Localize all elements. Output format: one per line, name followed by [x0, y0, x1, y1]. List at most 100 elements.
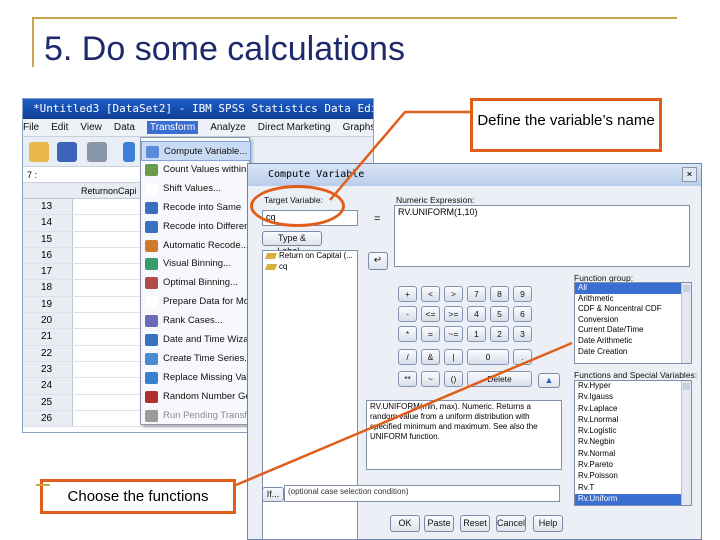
functions-scrollbar[interactable] [681, 381, 691, 505]
keypad-key[interactable]: 5 [490, 306, 509, 322]
menu-item-shift-values[interactable]: Shift Values... [141, 179, 251, 199]
function-group-list[interactable]: All Arithmetic CDF & Noncentral CDF Convers… [574, 282, 692, 364]
row-number[interactable]: 20 [23, 313, 73, 329]
if-condition-field[interactable]: (optional case selection condition) [284, 485, 560, 502]
numeric-expression-input[interactable]: RV.UNIFORM(1,10) [394, 205, 690, 267]
keypad-key[interactable]: 8 [490, 286, 509, 302]
function-item[interactable]: Rv.Lnormal [575, 415, 691, 426]
function-item[interactable]: Rv.Normal [575, 449, 691, 460]
function-item[interactable]: Rv.Poisson [575, 471, 691, 482]
function-group-item[interactable]: CDF & Noncentral CDF [575, 304, 691, 315]
cancel-button[interactable]: Cancel [496, 515, 526, 532]
ok-button[interactable]: OK [390, 515, 420, 532]
keypad-key[interactable]: < [421, 286, 440, 302]
keypad-key[interactable]: & [421, 349, 440, 365]
function-item[interactable]: Rv.Negbin [575, 437, 691, 448]
row-number[interactable]: 14 [23, 215, 73, 231]
keypad-key[interactable]: | [444, 349, 463, 365]
keypad-key[interactable]: <= [421, 306, 440, 322]
row-number[interactable]: 22 [23, 345, 73, 361]
keypad-key[interactable]: 0 [467, 349, 509, 365]
function-group-scrollbar[interactable] [681, 283, 691, 363]
help-button[interactable]: Help [533, 515, 563, 532]
close-button[interactable]: × [682, 167, 697, 182]
row-number[interactable]: 15 [23, 231, 73, 247]
keypad-key[interactable]: Delete [467, 371, 532, 387]
menu-item-date-and-time-wiza[interactable]: Date and Time Wiza [141, 330, 251, 350]
menu-item-visual-binning[interactable]: Visual Binning... [141, 254, 251, 274]
functions-list[interactable]: Rv.Hyper Rv.Igauss Rv.Laplace Rv.Lnormal Rv.… [574, 380, 692, 506]
menu-analyze[interactable]: Analyze [210, 122, 246, 133]
keypad-key[interactable]: - [398, 306, 417, 322]
function-group-item[interactable]: Current Date/Time [575, 325, 691, 336]
menu-item-rank-cases[interactable]: Rank Cases... [141, 311, 251, 331]
paste-button[interactable]: Paste [424, 515, 454, 532]
keypad-key[interactable]: >= [444, 306, 463, 322]
save-icon[interactable] [57, 142, 77, 162]
keypad-key[interactable]: 2 [490, 326, 509, 342]
menu-item-recode-into-different[interactable]: Recode into Different [141, 217, 251, 237]
row-number[interactable]: 18 [23, 280, 73, 296]
variable-item[interactable]: cq [263, 262, 357, 273]
menu-view[interactable]: View [80, 122, 102, 133]
keypad-key[interactable]: > [444, 286, 463, 302]
type-label-button[interactable]: Type & Label... [262, 231, 322, 256]
reset-button[interactable]: Reset [460, 515, 490, 532]
keypad-key[interactable]: ~= [444, 326, 463, 342]
keypad-key[interactable]: () [444, 371, 463, 387]
menu-item-random-number-ge[interactable]: Random Number Ge [141, 387, 251, 407]
row-number[interactable]: 26 [23, 410, 73, 427]
function-item[interactable]: Rv.Igauss [575, 392, 691, 403]
row-number[interactable]: 21 [23, 329, 73, 345]
up-arrow-button[interactable]: ▲ [538, 373, 560, 388]
row-number[interactable]: 19 [23, 296, 73, 313]
function-item[interactable]: Rv.Uniform [575, 493, 691, 505]
function-item[interactable]: Rv.Hyper [575, 381, 691, 392]
function-group-item[interactable]: Conversion [575, 315, 691, 326]
menu-item-prepare-data-for-mod[interactable]: Prepare Data for Mod [141, 292, 251, 312]
menu-edit[interactable]: Edit [51, 122, 68, 133]
print-icon[interactable] [87, 142, 107, 162]
row-number[interactable]: 24 [23, 378, 73, 394]
variable-item[interactable]: Return on Capital (... [263, 251, 357, 262]
keypad-key[interactable]: 6 [513, 306, 532, 322]
menu-item-compute-variable[interactable]: Compute Variable... [141, 141, 251, 161]
keypad-key[interactable]: ** [398, 371, 417, 387]
menu-direct-marketing[interactable]: Direct Marketing [258, 122, 331, 133]
row-number[interactable]: 23 [23, 361, 73, 378]
data-view-icon[interactable] [123, 142, 135, 162]
menu-item-automatic-recode[interactable]: Automatic Recode... [141, 236, 251, 256]
row-number[interactable]: 16 [23, 247, 73, 264]
function-item[interactable]: Rv.Logistic [575, 426, 691, 437]
open-folder-icon[interactable] [29, 142, 49, 162]
menu-file[interactable]: File [23, 122, 39, 133]
keypad-key[interactable]: 3 [513, 326, 532, 342]
menu-item-run-pending-transf[interactable]: Run Pending Transf [141, 406, 251, 426]
function-item[interactable]: Rv.T [575, 483, 691, 494]
menu-item-replace-missing-val[interactable]: Replace Missing Val [141, 368, 251, 388]
menu-item-optimal-binning[interactable]: Optimal Binning... [141, 273, 251, 293]
keypad-key[interactable]: = [421, 326, 440, 342]
menu-item-count-values-within-ca[interactable]: Count Values within Ca [141, 160, 251, 180]
keypad-key[interactable]: 7 [467, 286, 486, 302]
row-number[interactable]: 13 [23, 199, 73, 215]
move-arrow-button[interactable]: ↵ [368, 252, 388, 270]
keypad-key[interactable]: / [398, 349, 417, 365]
menu-graphs[interactable]: Graphs [343, 122, 373, 133]
function-group-item[interactable]: Arithmetic [575, 294, 691, 305]
function-group-item[interactable]: Date Arithmetic [575, 336, 691, 347]
menu-transform[interactable]: Transform [146, 121, 199, 134]
keypad-key[interactable]: * [398, 326, 417, 342]
row-number[interactable]: 25 [23, 394, 73, 410]
if-button[interactable]: If... [262, 487, 284, 502]
function-item[interactable]: Rv.Pareto [575, 460, 691, 471]
keypad-key[interactable]: 4 [467, 306, 486, 322]
menu-item-create-time-series[interactable]: Create Time Series... [141, 349, 251, 369]
function-item[interactable]: Rv.Laplace [575, 404, 691, 415]
keypad-key[interactable]: 1 [467, 326, 486, 342]
keypad-key[interactable]: + [398, 286, 417, 302]
row-number[interactable]: 17 [23, 264, 73, 280]
keypad-key[interactable]: 9 [513, 286, 532, 302]
keypad-key[interactable]: ~ [421, 371, 440, 387]
function-group-item[interactable]: All [575, 283, 691, 294]
